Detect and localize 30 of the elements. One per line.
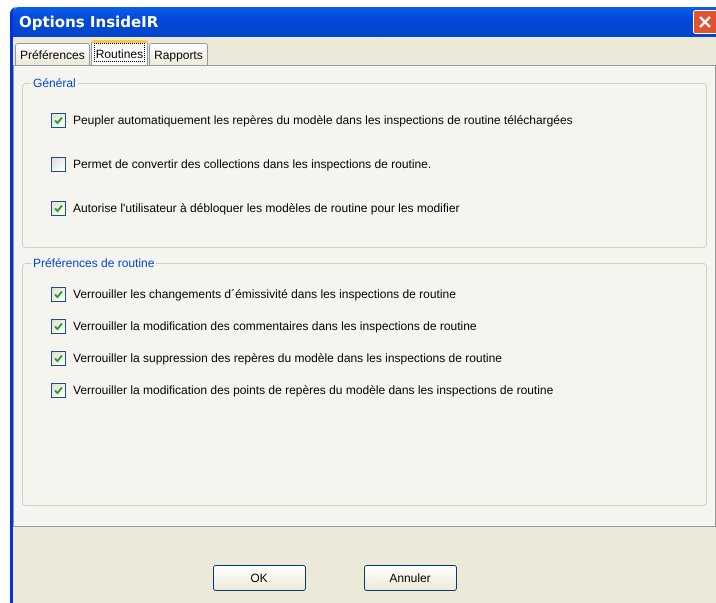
- window-title: Options InsideIR: [18, 13, 158, 31]
- tab[interactable]: Routines: [90, 40, 148, 65]
- check-icon: [54, 354, 63, 362]
- checkbox[interactable]: [51, 156, 66, 172]
- close-button[interactable]: [693, 10, 716, 34]
- checkbox-label: Verrouiller la suppression des repères du modèle dans les inspections de routine: [73, 351, 502, 365]
- check-icon: [54, 290, 63, 298]
- checkbox[interactable]: [51, 200, 66, 216]
- close-icon: [698, 15, 712, 29]
- tab[interactable]: Préférences: [15, 43, 90, 65]
- checkbox-label: Peupler automatiquement les repères du modèle dans les inspections de routine téléchargées: [73, 113, 573, 127]
- checkbox-label: Verrouiller les changements d´émissivité dans les inspections de routine: [73, 287, 456, 301]
- check-icon: [54, 204, 63, 212]
- checkbox-label: Permet de convertir des collections dans les inspections de routine.: [73, 157, 432, 171]
- checkbox[interactable]: [51, 318, 66, 334]
- checkbox-label: Verrouiller la modification des commentaires dans les inspections de routine: [73, 319, 477, 333]
- checkbox-label: Autorise l'utilisateur à débloquer les modèles de routine pour les modifier: [73, 201, 460, 215]
- dialog-button[interactable]: Annuler: [364, 565, 456, 591]
- checkbox[interactable]: [51, 112, 66, 128]
- checkbox[interactable]: [51, 286, 66, 302]
- group-title: Préférences de routine: [32, 256, 156, 270]
- checkbox[interactable]: [51, 350, 66, 366]
- check-icon: [54, 386, 63, 394]
- group-title: Général: [32, 76, 77, 90]
- check-icon: [54, 116, 63, 124]
- checkbox-label: Verrouiller la modification des points de repères du modèle dans les inspections de routine: [73, 383, 554, 397]
- tab[interactable]: Rapports: [149, 43, 208, 65]
- dialog-button[interactable]: OK: [212, 565, 306, 591]
- check-icon: [54, 322, 63, 330]
- checkbox[interactable]: [51, 382, 66, 398]
